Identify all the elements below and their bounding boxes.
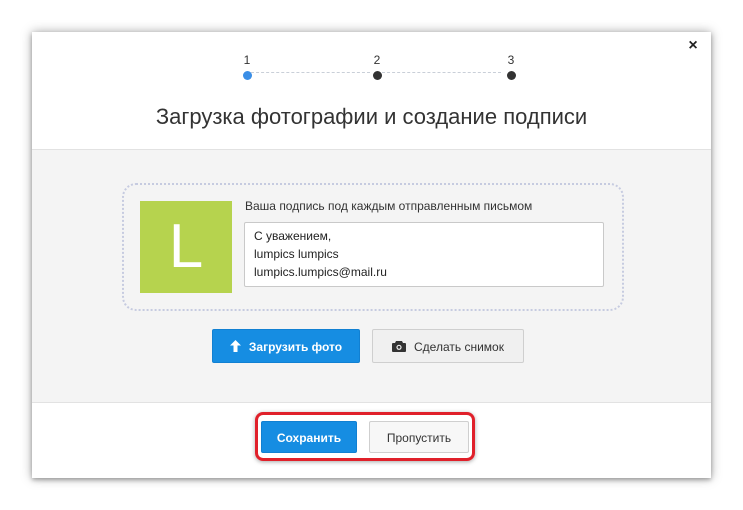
step-1: 1 [237, 52, 257, 80]
stepper: 1 2 3 [237, 52, 516, 82]
step-dot [372, 71, 382, 80]
close-icon[interactable]: × [685, 38, 701, 54]
step-dot-active [242, 71, 252, 80]
signature-line: С уважением, [254, 229, 332, 243]
upload-photo-button[interactable]: Загрузить фото [212, 329, 360, 363]
step-number: 1 [243, 53, 251, 67]
signature-line: lumpics lumpics [254, 247, 339, 261]
step-connector [251, 72, 370, 73]
step-number: 3 [507, 53, 515, 67]
arrow-up-icon [229, 331, 241, 365]
signature-dialog: × 1 2 3 Загрузка фотографии и создание п… [32, 32, 711, 478]
signature-line: lumpics.lumpics@mail.ru [254, 265, 387, 279]
dialog-title: Загрузка фотографии и создание подписи [155, 104, 588, 129]
take-snapshot-label: Сделать снимок [414, 340, 504, 354]
camera-icon [392, 331, 407, 365]
signature-panel: L Ваша подпись под каждым отправленным п… [122, 183, 624, 311]
avatar[interactable]: L [140, 201, 232, 293]
step-dot [506, 71, 516, 80]
step-connector [382, 72, 501, 73]
step-3: 3 [501, 52, 521, 80]
step-number: 2 [373, 53, 381, 67]
save-button[interactable]: Сохранить [261, 421, 357, 453]
skip-button[interactable]: Пропустить [369, 421, 469, 453]
take-snapshot-button[interactable]: Сделать снимок [372, 329, 524, 363]
upload-photo-label: Загрузить фото [248, 340, 343, 354]
signature-label: Ваша подпись под каждым отправленным пис… [245, 199, 533, 213]
step-2: 2 [367, 52, 387, 80]
dialog-body: L Ваша подпись под каждым отправленным п… [32, 149, 711, 403]
signature-textarea[interactable]: С уважением, lumpics lumpics lumpics.lum… [244, 222, 604, 287]
